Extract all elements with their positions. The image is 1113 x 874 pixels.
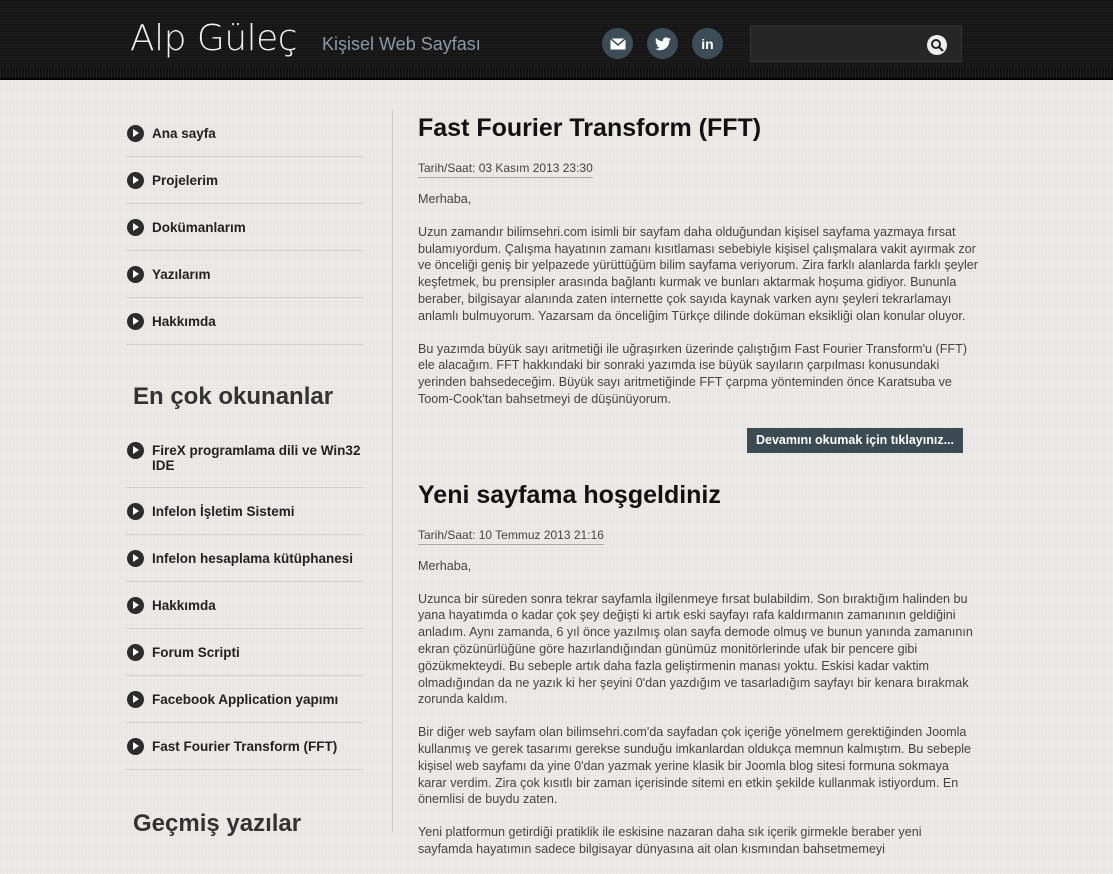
site-title[interactable]: Alp Güleç	[130, 18, 298, 59]
sidebar: Ana sayfa Projelerim Dokümanlarım Yazıla…	[126, 110, 363, 854]
arrow-circle-icon	[127, 125, 144, 142]
header-stripe	[0, 68, 1113, 78]
arrow-circle-icon	[127, 691, 144, 708]
arrow-circle-icon	[127, 644, 144, 661]
post-paragraph: Bir diğer web sayfam olan bilimsehri.com…	[418, 725, 971, 807]
nav-item-projelerim[interactable]: Projelerim	[126, 157, 363, 204]
nav-item-hakkimda[interactable]: Hakkımda	[126, 298, 363, 345]
popular-item[interactable]: FireX programlama dili ve Win32 IDE	[126, 427, 363, 488]
nav-item-label[interactable]: Yazılarım	[152, 266, 211, 282]
post: Fast Fourier Transform (FFT) Tarih/Saat:…	[418, 114, 978, 453]
mail-icon[interactable]	[602, 28, 633, 59]
arrow-circle-icon	[127, 442, 144, 459]
post-paragraph: Uzunca bir süreden sonra tekrar sayfamla…	[418, 591, 973, 707]
search-button[interactable]	[927, 35, 947, 55]
post-paragraph: Uzun zamandır bilimsehri.com isimli bir …	[418, 224, 978, 323]
nav-item-label[interactable]: Hakkımda	[152, 313, 216, 329]
popular-item-label[interactable]: Fast Fourier Transform (FFT)	[152, 738, 337, 754]
search-box	[750, 25, 962, 62]
popular-item-label[interactable]: Hakkımda	[152, 597, 216, 613]
post: Yeni sayfama hoşgeldiniz Tarih/Saat: 10 …	[418, 481, 978, 858]
post-paragraph: Merhaba,	[418, 192, 472, 206]
post-title[interactable]: Fast Fourier Transform (FFT)	[418, 114, 978, 143]
search-icon	[931, 39, 944, 52]
arrow-circle-icon	[127, 172, 144, 189]
main-content: Fast Fourier Transform (FFT) Tarih/Saat:…	[418, 114, 978, 874]
popular-heading: En çok okunanlar	[133, 383, 334, 410]
site-subtitle: Kişisel Web Sayfası	[322, 34, 481, 54]
twitter-icon[interactable]	[647, 28, 678, 59]
post-date: Tarih/Saat: 03 Kasım 2013 23:30	[418, 161, 593, 178]
popular-item-label[interactable]: Infelon hesaplama kütüphanesi	[152, 550, 353, 566]
popular-item[interactable]: Fast Fourier Transform (FFT)	[126, 723, 363, 770]
search-input[interactable]	[757, 33, 917, 55]
arrow-circle-icon	[127, 550, 144, 567]
column-divider	[392, 110, 393, 833]
arrow-circle-icon	[127, 738, 144, 755]
nav-item-label[interactable]: Projelerim	[152, 172, 218, 188]
read-more-button[interactable]: Devamını okumak için tıklayınız...	[747, 427, 963, 453]
site-header: Alp Güleç Kişisel Web Sayfası in	[0, 0, 1113, 80]
post-paragraph: Merhaba,	[418, 558, 472, 573]
arrow-circle-icon	[127, 266, 144, 283]
main-nav: Ana sayfa Projelerim Dokümanlarım Yazıla…	[126, 110, 363, 345]
post-date: Tarih/Saat: 10 Temmuz 2013 21:16	[418, 528, 604, 545]
popular-item[interactable]: Hakkımda	[126, 582, 363, 629]
nav-item-label[interactable]: Ana sayfa	[152, 125, 216, 141]
post-paragraph: Yeni platformun getirdiği pratiklik ile …	[418, 825, 922, 856]
popular-item-label[interactable]: FireX programlama dili ve Win32 IDE	[152, 442, 363, 473]
popular-item[interactable]: Facebook Application yapımı	[126, 676, 363, 723]
nav-item-label[interactable]: Dokümanlarım	[152, 219, 246, 235]
linkedin-icon[interactable]: in	[692, 28, 723, 59]
nav-item-yazilarim[interactable]: Yazılarım	[126, 251, 363, 298]
arrow-circle-icon	[127, 503, 144, 520]
nav-item-dokumanlarim[interactable]: Dokümanlarım	[126, 204, 363, 251]
popular-item-label[interactable]: Facebook Application yapımı	[152, 691, 338, 707]
post-title[interactable]: Yeni sayfama hoşgeldiniz	[418, 481, 978, 510]
arrow-circle-icon	[127, 219, 144, 236]
popular-item-label[interactable]: Forum Scripti	[152, 644, 240, 660]
arrow-circle-icon	[127, 313, 144, 330]
popular-list: FireX programlama dili ve Win32 IDE Infe…	[126, 427, 363, 770]
archive-heading: Geçmiş yazılar	[133, 810, 302, 837]
popular-item[interactable]: Infelon İşletim Sistemi	[126, 488, 363, 535]
post-paragraph: Bu yazımda büyük sayı aritmetiği ile uğr…	[418, 341, 968, 406]
arrow-circle-icon	[127, 597, 144, 614]
nav-item-ana-sayfa[interactable]: Ana sayfa	[126, 110, 363, 157]
popular-item[interactable]: Forum Scripti	[126, 629, 363, 676]
popular-item-label[interactable]: Infelon İşletim Sistemi	[152, 503, 295, 519]
popular-item[interactable]: Infelon hesaplama kütüphanesi	[126, 535, 363, 582]
